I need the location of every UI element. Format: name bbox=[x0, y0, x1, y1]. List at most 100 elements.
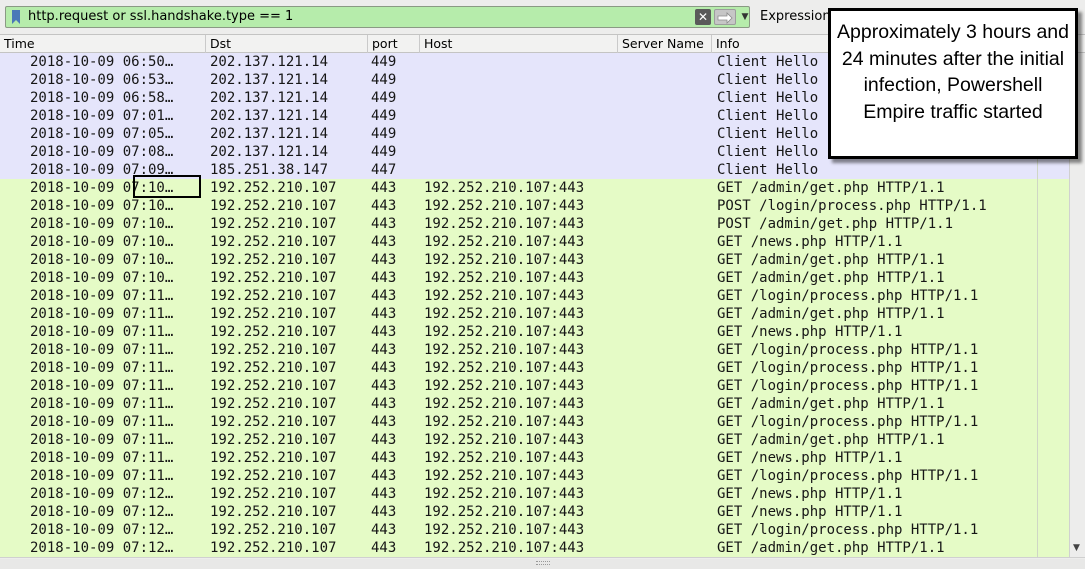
cell-port: 443 bbox=[371, 360, 397, 376]
cell-host: 192.252.210.107:443 bbox=[424, 468, 585, 484]
cell-server-name bbox=[621, 413, 712, 431]
cell-time: 2018-10-09 06:58… bbox=[30, 90, 174, 106]
cell-time: 2018-10-09 07:10… bbox=[30, 252, 174, 268]
bookmark-icon[interactable] bbox=[11, 10, 21, 24]
cell-port: 443 bbox=[371, 198, 397, 214]
table-row[interactable]: 2018-10-09 07:11… 192.252.210.107 443 192.2… bbox=[0, 359, 1037, 377]
cell-time: 2018-10-09 07:11… bbox=[30, 288, 174, 304]
table-row[interactable]: 2018-10-09 07:10… 192.252.210.107 443 192.2… bbox=[0, 233, 1037, 251]
pane-splitter[interactable] bbox=[0, 559, 1085, 569]
cell-info: GET /admin/get.php HTTP/1.1 bbox=[717, 306, 945, 322]
table-row[interactable]: 2018-10-09 07:11… 192.252.210.107 443 192.2… bbox=[0, 305, 1037, 323]
table-row[interactable]: 2018-10-09 07:11… 192.252.210.107 443 192.2… bbox=[0, 431, 1037, 449]
cell-port: 449 bbox=[371, 90, 397, 106]
table-row[interactable]: 2018-10-09 07:12… 192.252.210.107 443 192.2… bbox=[0, 485, 1037, 503]
cell-info: GET /login/process.php HTTP/1.1 bbox=[717, 468, 979, 484]
column-header-host[interactable]: Host bbox=[420, 35, 618, 53]
cell-dst: 192.252.210.107 bbox=[210, 360, 337, 376]
cell-time: 2018-10-09 07:10… bbox=[30, 234, 174, 250]
column-header-port[interactable]: port bbox=[368, 35, 420, 53]
cell-info: GET /admin/get.php HTTP/1.1 bbox=[717, 396, 945, 412]
scroll-down-icon[interactable]: ▼ bbox=[1073, 543, 1080, 553]
cell-dst: 192.252.210.107 bbox=[210, 306, 337, 322]
splitter-grip-icon bbox=[536, 561, 550, 565]
filter-history-dropdown-icon[interactable]: ▼ bbox=[739, 9, 751, 25]
cell-time: 2018-10-09 07:10… bbox=[30, 198, 174, 214]
display-filter-input[interactable]: http.request or ssl.handshake.type == 1 … bbox=[5, 6, 750, 28]
cell-time: 2018-10-09 07:11… bbox=[30, 396, 174, 412]
cell-server-name bbox=[621, 233, 712, 251]
column-header-time[interactable]: Time bbox=[0, 35, 206, 53]
cell-info: GET /login/process.php HTTP/1.1 bbox=[717, 288, 979, 304]
table-row[interactable]: 2018-10-09 07:10… 192.252.210.107 443 192.2… bbox=[0, 215, 1037, 233]
cell-server-name bbox=[621, 395, 712, 413]
cell-time: 2018-10-09 07:12… bbox=[30, 522, 174, 538]
table-row[interactable]: 2018-10-09 07:10… 192.252.210.107 443 192.2… bbox=[0, 269, 1037, 287]
cell-port: 443 bbox=[371, 450, 397, 466]
cell-server-name bbox=[621, 359, 712, 377]
table-row[interactable]: 2018-10-09 07:11… 192.252.210.107 443 192.2… bbox=[0, 341, 1037, 359]
cell-server-name bbox=[621, 323, 712, 341]
cell-time: 2018-10-09 07:12… bbox=[30, 486, 174, 502]
cell-port: 443 bbox=[371, 342, 397, 358]
table-row[interactable]: 2018-10-09 07:11… 192.252.210.107 443 192.2… bbox=[0, 395, 1037, 413]
cell-host: 192.252.210.107:443 bbox=[424, 324, 585, 340]
cell-host: 192.252.210.107:443 bbox=[424, 450, 585, 466]
cell-port: 447 bbox=[371, 162, 397, 178]
table-row[interactable]: 2018-10-09 07:10… 192.252.210.107 443 192.2… bbox=[0, 251, 1037, 269]
cell-port: 443 bbox=[371, 414, 397, 430]
cell-port: 443 bbox=[371, 432, 397, 448]
cell-port: 449 bbox=[371, 72, 397, 88]
cell-dst: 192.252.210.107 bbox=[210, 504, 337, 520]
cell-info: GET /login/process.php HTTP/1.1 bbox=[717, 378, 979, 394]
table-row[interactable]: 2018-10-09 07:11… 192.252.210.107 443 192.2… bbox=[0, 467, 1037, 485]
cell-host: 192.252.210.107:443 bbox=[424, 378, 585, 394]
apply-filter-button[interactable] bbox=[714, 9, 736, 25]
cell-time: 2018-10-09 06:50… bbox=[30, 54, 174, 70]
cell-info: GET /admin/get.php HTTP/1.1 bbox=[717, 270, 945, 286]
cell-dst: 202.137.121.14 bbox=[210, 126, 329, 142]
cell-host: 192.252.210.107:443 bbox=[424, 504, 585, 520]
table-row[interactable]: 2018-10-09 07:11… 192.252.210.107 443 192.2… bbox=[0, 323, 1037, 341]
cell-server-name bbox=[621, 521, 712, 539]
table-row[interactable]: 2018-10-09 07:11… 192.252.210.107 443 192.2… bbox=[0, 449, 1037, 467]
cell-server-name bbox=[621, 143, 712, 161]
table-row[interactable]: 2018-10-09 07:11… 192.252.210.107 443 192.2… bbox=[0, 287, 1037, 305]
cell-server-name bbox=[621, 305, 712, 323]
cell-server-name bbox=[621, 251, 712, 269]
cell-server-name bbox=[621, 377, 712, 395]
filter-expression-text: http.request or ssl.handshake.type == 1 bbox=[28, 9, 294, 24]
cell-time: 2018-10-09 07:11… bbox=[30, 342, 174, 358]
table-row[interactable]: 2018-10-09 07:11… 192.252.210.107 443 192.2… bbox=[0, 377, 1037, 395]
cell-dst: 185.251.38.147 bbox=[210, 162, 329, 178]
clear-filter-icon[interactable]: ✕ bbox=[695, 9, 711, 25]
cell-server-name bbox=[621, 179, 712, 197]
cell-port: 449 bbox=[371, 54, 397, 70]
cell-port: 443 bbox=[371, 522, 397, 538]
cell-host: 192.252.210.107:443 bbox=[424, 540, 585, 556]
cell-dst: 192.252.210.107 bbox=[210, 378, 337, 394]
cell-port: 443 bbox=[371, 504, 397, 520]
table-row[interactable]: 2018-10-09 07:11… 192.252.210.107 443 192.2… bbox=[0, 413, 1037, 431]
cell-info: Client Hello bbox=[717, 162, 819, 178]
cell-host bbox=[424, 53, 618, 71]
cell-server-name bbox=[621, 341, 712, 359]
cell-dst: 202.137.121.14 bbox=[210, 72, 329, 88]
cell-host: 192.252.210.107:443 bbox=[424, 522, 585, 538]
arrow-right-icon bbox=[717, 12, 733, 24]
cell-dst: 192.252.210.107 bbox=[210, 252, 337, 268]
cell-port: 443 bbox=[371, 270, 397, 286]
cell-host: 192.252.210.107:443 bbox=[424, 342, 585, 358]
cell-host: 192.252.210.107:443 bbox=[424, 234, 585, 250]
cell-host: 192.252.210.107:443 bbox=[424, 288, 585, 304]
table-row[interactable]: 2018-10-09 07:12… 192.252.210.107 443 192.2… bbox=[0, 503, 1037, 521]
table-row[interactable]: 2018-10-09 07:12… 192.252.210.107 443 192.2… bbox=[0, 539, 1037, 557]
cell-server-name bbox=[621, 125, 712, 143]
table-row[interactable]: 2018-10-09 07:12… 192.252.210.107 443 192.2… bbox=[0, 521, 1037, 539]
cell-server-name bbox=[621, 503, 712, 521]
cell-time: 2018-10-09 07:01… bbox=[30, 108, 174, 124]
cell-host: 192.252.210.107:443 bbox=[424, 432, 585, 448]
table-row[interactable]: 2018-10-09 07:10… 192.252.210.107 443 192.2… bbox=[0, 197, 1037, 215]
column-header-server-name[interactable]: Server Name bbox=[618, 35, 712, 53]
column-header-dst[interactable]: Dst bbox=[206, 35, 368, 53]
